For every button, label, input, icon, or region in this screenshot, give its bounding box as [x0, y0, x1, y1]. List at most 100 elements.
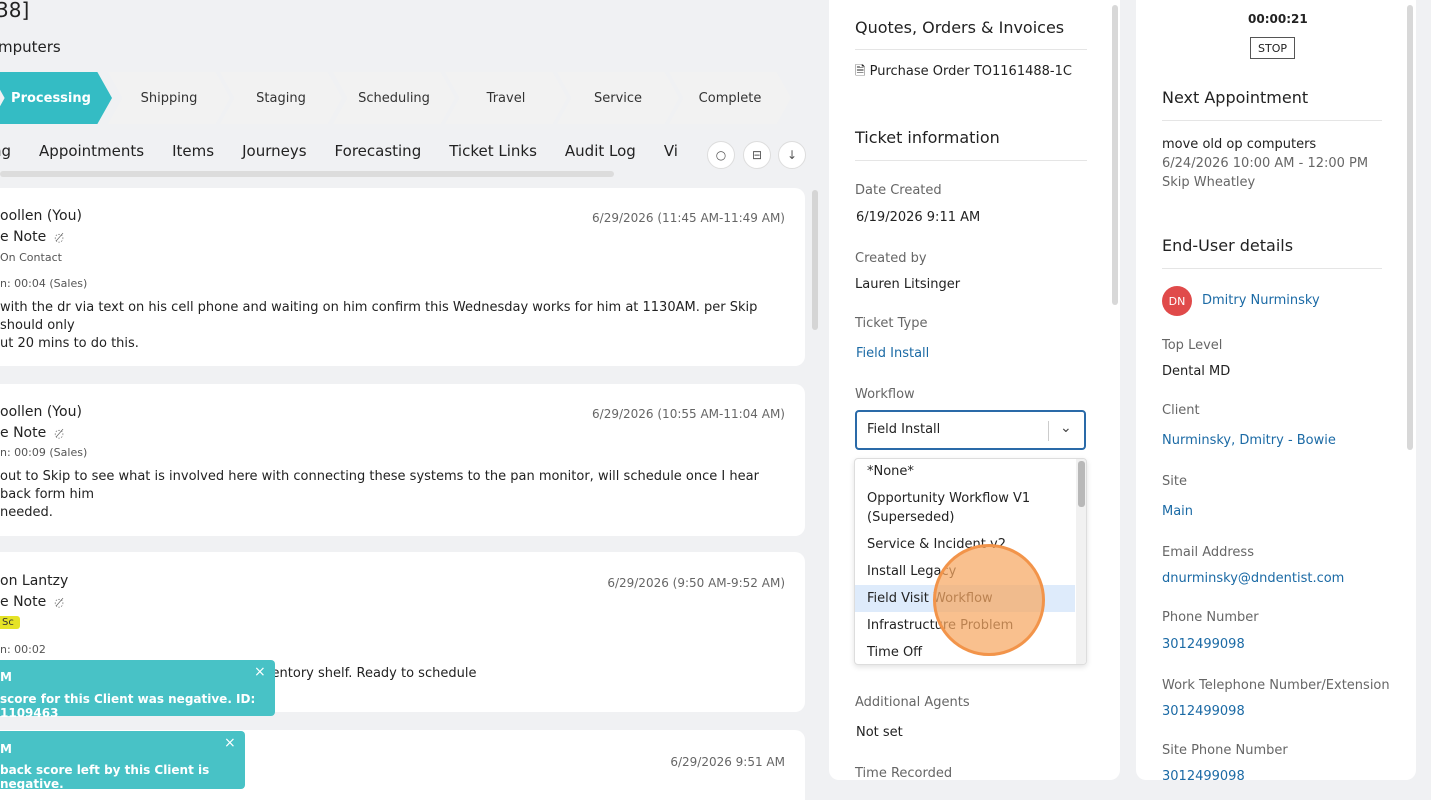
collapse-icon[interactable]: ⊟	[743, 141, 771, 169]
tab-ticket-links[interactable]: Ticket Links	[435, 142, 551, 160]
page-title: 38]	[0, 0, 30, 22]
tabs-scrollbar[interactable]	[0, 171, 614, 177]
scrollbar-thumb[interactable]	[1078, 461, 1085, 507]
site-link[interactable]: Main	[1162, 504, 1193, 519]
tab-partial-vi[interactable]: Vi	[650, 142, 692, 160]
hidden-eye-icon: ◌̸	[54, 427, 64, 440]
site-phone-label: Site Phone Number	[1162, 743, 1288, 758]
top-level-value: Dental MD	[1162, 364, 1231, 379]
note-body: out to Skip to see what is involved here…	[0, 468, 790, 522]
appointment-time: 6/24/2026 10:00 AM - 12:00 PM	[1162, 156, 1369, 171]
panel-scrollbar[interactable]	[1112, 5, 1118, 305]
tab-items[interactable]: Items	[158, 142, 228, 160]
email-link[interactable]: dnurminsky@dndentist.com	[1162, 571, 1344, 586]
date-created-value: 6/19/2026 9:11 AM	[856, 210, 981, 225]
toast-message: score for this Client was negative. ID: …	[0, 692, 256, 720]
stop-button[interactable]: STOP	[1250, 37, 1295, 59]
note-duration: n: 00:09 (Sales)	[0, 446, 88, 459]
divider	[1162, 268, 1382, 269]
appointment-title: move old op computers	[1162, 137, 1317, 152]
end-user-heading: End-User details	[1162, 236, 1294, 255]
comment-icon[interactable]: ○	[707, 141, 735, 169]
stage-processing[interactable]: Processing	[0, 72, 112, 124]
site-label: Site	[1162, 474, 1187, 489]
option-opportunity-workflow[interactable]: Opportunity Workflow V1 (Superseded)	[855, 489, 1075, 535]
avatar: DN	[1162, 286, 1192, 316]
panel-scrollbar[interactable]	[1407, 5, 1413, 450]
stage-staging[interactable]: Staging	[220, 72, 342, 124]
hidden-eye-icon: ◌̸	[54, 231, 64, 244]
divider	[855, 49, 1087, 50]
side-details-panel: 00:00:21 STOP Next Appointment move old …	[1136, 0, 1416, 784]
created-by-label: Created by	[855, 251, 927, 266]
note-type-label: e Note	[0, 229, 47, 245]
toast-notification: M score for this Client was negative. ID…	[0, 660, 275, 720]
client-link[interactable]: Nurminsky, Dmitry - Bowie	[1162, 433, 1336, 448]
toast-notification: M back score left by this Client is nega…	[0, 731, 245, 791]
note-card: oollen (You) e Note ◌̸ n: 00:09 (Sales) 6…	[0, 384, 805, 536]
close-icon[interactable]: ×	[254, 664, 266, 680]
toast-message: back score left by this Client is negati…	[0, 763, 210, 791]
client-label: Client	[1162, 403, 1200, 418]
workflow-label: Workflow	[855, 387, 915, 402]
click-cursor-indicator	[933, 544, 1045, 656]
note-type: e Note ◌̸	[0, 425, 64, 441]
end-user-name-link[interactable]: Dmitry Nurminsky	[1202, 293, 1320, 308]
note-author: on Lantzy	[0, 573, 69, 589]
divider	[1162, 120, 1382, 121]
phone-label: Phone Number	[1162, 610, 1259, 625]
tab-forecasting[interactable]: Forecasting	[321, 142, 436, 160]
next-appointment-heading: Next Appointment	[1162, 88, 1309, 107]
note-date: 6/29/2026 (9:50 AM-9:52 AM)	[607, 576, 785, 590]
work-phone-link[interactable]: 3012499098	[1162, 704, 1245, 719]
tab-journeys[interactable]: Journeys	[228, 142, 320, 160]
stage-service[interactable]: Service	[557, 72, 679, 124]
note-card: oollen (You) e Note ◌̸ On Contact n: 00:0…	[0, 188, 805, 366]
workflow-select[interactable]: Field Install ⌄	[855, 410, 1086, 450]
note-body-line: needed.	[0, 505, 53, 520]
tab-audit-log[interactable]: Audit Log	[551, 142, 650, 160]
ticket-type-link[interactable]: Field Install	[856, 346, 929, 361]
select-separator	[1048, 421, 1049, 441]
note-date: 6/29/2026 (10:55 AM-11:04 AM)	[592, 407, 785, 421]
arrow-down-icon[interactable]: ↓	[778, 141, 806, 169]
date-created-label: Date Created	[855, 183, 942, 198]
top-level-label: Top Level	[1162, 338, 1223, 353]
option-none[interactable]: *None*	[855, 462, 1075, 481]
tab-partial[interactable]: ng	[0, 142, 25, 160]
created-by-value: Lauren Litsinger	[855, 277, 961, 292]
close-icon[interactable]: ×	[224, 735, 236, 751]
workflow-select-value: Field Install	[867, 422, 941, 437]
note-contact: On Contact	[0, 251, 62, 264]
email-label: Email Address	[1162, 545, 1254, 560]
qoi-heading: Quotes, Orders & Invoices	[855, 18, 1065, 37]
site-phone-link[interactable]: 3012499098	[1162, 769, 1245, 784]
ticket-tabs: ng Appointments Items Journeys Forecasti…	[0, 142, 692, 160]
ticket-type-label: Ticket Type	[855, 316, 928, 331]
stage-scheduling[interactable]: Scheduling	[333, 72, 455, 124]
document-icon: 🗎	[855, 64, 870, 79]
note-author: oollen (You)	[0, 208, 82, 224]
phone-link[interactable]: 3012499098	[1162, 637, 1245, 652]
additional-agents-label: Additional Agents	[855, 695, 970, 710]
ticket-subtitle: mputers	[0, 38, 61, 56]
stage-shipping[interactable]: Shipping	[108, 72, 230, 124]
status-badge: Sc	[0, 616, 20, 629]
stage-complete[interactable]: Complete	[669, 72, 791, 124]
timer-display: 00:00:21	[1248, 12, 1308, 26]
toast-title: M	[0, 742, 12, 756]
toast-title: M	[0, 670, 12, 684]
ticket-info-panel: Quotes, Orders & Invoices 🗎 Purchase Ord…	[829, 0, 1120, 781]
chevron-down-icon[interactable]: ⌄	[1060, 420, 1072, 436]
dropdown-scrollbar[interactable]	[1076, 459, 1086, 664]
notes-scrollbar[interactable]	[812, 190, 818, 330]
note-author: oollen (You)	[0, 404, 82, 420]
tab-appointments[interactable]: Appointments	[25, 142, 158, 160]
option-line: Opportunity Workflow V1	[867, 491, 1031, 506]
stage-travel[interactable]: Travel	[445, 72, 567, 124]
purchase-order-label: Purchase Order TO1161488-1C	[869, 64, 1072, 79]
note-body-line: out to Skip to see what is involved here…	[0, 469, 759, 502]
divider	[855, 160, 1087, 161]
purchase-order-link[interactable]: 🗎 Purchase Order TO1161488-1C	[855, 62, 1072, 84]
option-line: (Superseded)	[867, 510, 955, 525]
